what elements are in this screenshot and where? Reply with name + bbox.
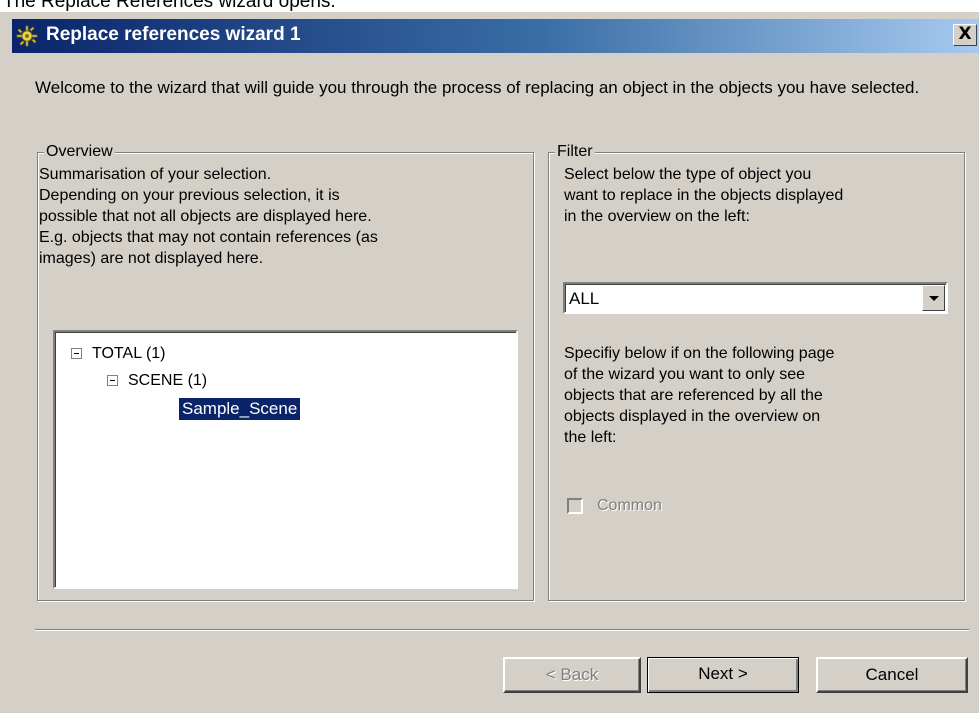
overview-description-line: images) are not displayed here. <box>39 250 264 267</box>
caption-text: The Replace References wizard opens: <box>3 0 336 12</box>
chevron-down-icon[interactable] <box>922 285 945 311</box>
tree-node-label: TOTAL (1) <box>92 345 166 362</box>
common-checkbox-label: Common <box>597 497 662 514</box>
footer-separator <box>35 629 969 631</box>
tree-node-label: SCENE (1) <box>128 372 208 389</box>
tree-node-total[interactable]: TOTAL (1) <box>71 344 166 364</box>
wizard-dialog: Replace references wizard 1 X Welcome to… <box>0 12 979 713</box>
specify-description-line: the left: <box>564 429 617 446</box>
window-title: Replace references wizard 1 <box>46 24 301 45</box>
filter-description-line: in the overview on the left: <box>564 208 750 225</box>
filter-group: Filter Select below the type of object y… <box>548 142 965 601</box>
filter-description-line: want to replace in the objects displayed <box>564 187 844 204</box>
common-checkbox[interactable] <box>567 498 583 514</box>
specify-description-line: Specifiy below if on the following page <box>564 345 835 362</box>
overview-legend: Overview <box>44 142 115 162</box>
collapse-icon[interactable] <box>71 348 82 360</box>
overview-description-line: E.g. objects that may not contain refere… <box>39 229 378 246</box>
tree-node-sample-scene[interactable]: Sample_Scene <box>179 398 301 420</box>
overview-group: Overview Summarisation of your selection… <box>37 142 534 601</box>
title-bar[interactable]: Replace references wizard 1 X <box>12 19 979 53</box>
gear-icon <box>16 25 38 47</box>
welcome-text: Welcome to the wizard that will guide yo… <box>35 78 920 97</box>
close-button[interactable]: X <box>953 24 977 46</box>
overview-description: Summarisation of your selection. Dependi… <box>39 164 529 269</box>
specify-description-line: objects displayed in the overview on <box>564 408 821 425</box>
filter-description-line: Select below the type of object you <box>564 166 812 183</box>
object-type-select[interactable]: ALL <box>563 282 948 314</box>
specify-description-line: of the wizard you want to only see <box>564 366 806 383</box>
tree-node-scene[interactable]: SCENE (1) <box>107 371 207 391</box>
collapse-icon[interactable] <box>107 375 118 387</box>
overview-description-line: Summarisation of your selection. <box>39 166 272 183</box>
back-button[interactable]: < Back <box>503 657 641 693</box>
specify-description: Specifiy below if on the following page … <box>564 343 959 448</box>
next-button[interactable]: Next > <box>647 657 799 693</box>
cancel-button[interactable]: Cancel <box>816 657 968 693</box>
filter-legend: Filter <box>555 142 595 162</box>
overview-description-line: possible that not all objects are displa… <box>39 208 372 225</box>
close-icon: X <box>958 24 972 44</box>
filter-description: Select below the type of object you want… <box>564 164 959 227</box>
object-type-value: ALL <box>569 289 600 308</box>
specify-description-line: objects that are referenced by all the <box>564 387 823 404</box>
selection-tree[interactable]: TOTAL (1) SCENE (1) Sample_Scene <box>53 330 518 589</box>
overview-description-line: Depending on your previous selection, it… <box>39 187 340 204</box>
